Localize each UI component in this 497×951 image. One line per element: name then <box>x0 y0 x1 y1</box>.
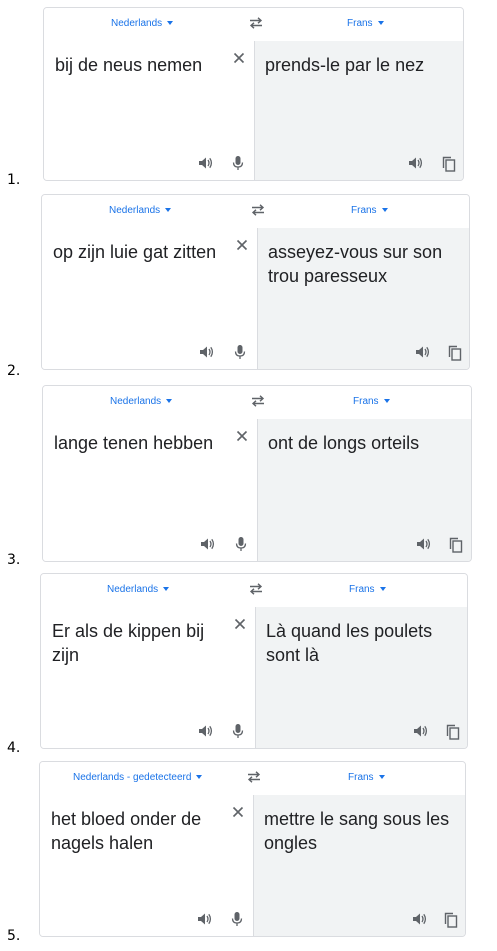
speaker-icon[interactable] <box>414 344 430 360</box>
speaker-icon[interactable] <box>415 536 431 552</box>
speaker-icon[interactable] <box>412 723 428 739</box>
copy-icon[interactable] <box>448 537 464 553</box>
source-language-label: Nederlands <box>107 584 159 595</box>
language-bar: Nederlands Frans <box>44 8 463 42</box>
source-pane: het bloed onder de nagels halen <box>40 795 253 936</box>
translation-text: ont de longs orteils <box>268 433 420 453</box>
copy-icon[interactable] <box>447 345 463 361</box>
close-icon[interactable] <box>235 238 249 252</box>
source-language-label: Nederlands - gedetecteerd <box>73 772 192 783</box>
close-icon[interactable] <box>232 51 246 65</box>
source-text[interactable]: het bloed onder de nagels halen <box>51 807 231 855</box>
source-text[interactable]: op zijn luie gat zitten <box>53 240 228 264</box>
microphone-icon[interactable] <box>230 155 246 171</box>
source-text[interactable]: bij de neus nemen <box>55 53 230 77</box>
target-pane: asseyez-vous sur son trou paresseux <box>257 228 469 369</box>
translation-text: asseyez-vous sur son trou paresseux <box>268 242 443 286</box>
translate-card: Nederlands Frans Er als de kippen bij zi… <box>40 573 468 749</box>
translate-card: Nederlands Frans bij de neus nemen prend… <box>43 7 464 181</box>
target-pane: mettre le sang sous les ongles <box>253 795 465 936</box>
copy-icon[interactable] <box>445 724 461 740</box>
swap-arrows-icon[interactable] <box>251 394 265 408</box>
speaker-icon[interactable] <box>198 344 214 360</box>
translate-card: Nederlands Frans lange tenen hebben ont … <box>42 385 472 562</box>
translate-card: Nederlands - gedetecteerd Frans het bloe… <box>39 761 466 937</box>
source-pane: op zijn luie gat zitten <box>42 228 257 369</box>
caret-down-icon <box>165 208 172 213</box>
copy-icon[interactable] <box>441 156 457 172</box>
caret-down-icon <box>378 775 385 780</box>
language-bar: Nederlands Frans <box>43 386 471 420</box>
microphone-icon[interactable] <box>233 536 249 552</box>
translation-text: mettre le sang sous les ongles <box>264 809 450 853</box>
source-text[interactable]: lange tenen hebben <box>54 431 229 455</box>
target-language-selector[interactable]: Frans <box>347 18 384 29</box>
source-language-selector[interactable]: Nederlands <box>111 18 174 29</box>
caret-down-icon <box>167 21 174 26</box>
speaker-icon[interactable] <box>197 155 213 171</box>
item-number: 1. <box>7 172 21 188</box>
translate-card: Nederlands Frans op zijn luie gat zitten… <box>41 194 470 370</box>
source-pane: lange tenen hebben <box>43 419 257 561</box>
item-number: 5. <box>7 928 21 944</box>
speaker-icon[interactable] <box>407 155 423 171</box>
translation-text: Là quand les poulets sont là <box>266 621 433 665</box>
target-language-label: Frans <box>347 18 373 29</box>
source-language-selector[interactable]: Nederlands <box>107 584 170 595</box>
speaker-icon[interactable] <box>199 536 215 552</box>
target-language-selector[interactable]: Frans <box>351 205 388 216</box>
item-number: 2. <box>7 363 21 379</box>
speaker-icon[interactable] <box>197 723 213 739</box>
caret-down-icon <box>196 775 203 780</box>
microphone-icon[interactable] <box>229 911 245 927</box>
close-icon[interactable] <box>231 805 245 819</box>
source-language-label: Nederlands <box>109 205 161 216</box>
language-bar: Nederlands Frans <box>42 195 469 229</box>
language-bar: Nederlands - gedetecteerd Frans <box>40 762 465 796</box>
translation-text: prends-le par le nez <box>265 55 425 75</box>
swap-arrows-icon[interactable] <box>249 16 263 30</box>
source-language-selector[interactable]: Nederlands <box>110 396 173 407</box>
caret-down-icon <box>166 399 173 404</box>
target-pane: ont de longs orteils <box>257 419 471 561</box>
source-language-label: Nederlands <box>110 396 162 407</box>
target-language-label: Frans <box>351 205 377 216</box>
source-language-selector[interactable]: Nederlands <box>109 205 172 216</box>
speaker-icon[interactable] <box>196 911 212 927</box>
language-bar: Nederlands Frans <box>41 574 467 608</box>
source-pane: bij de neus nemen <box>44 41 254 180</box>
microphone-icon[interactable] <box>232 344 248 360</box>
microphone-icon[interactable] <box>230 723 246 739</box>
caret-down-icon <box>381 208 388 213</box>
source-text[interactable]: Er als de kippen bij zijn <box>52 619 227 667</box>
close-icon[interactable] <box>235 429 249 443</box>
target-pane: Là quand les poulets sont là <box>255 607 467 748</box>
caret-down-icon <box>377 21 384 26</box>
swap-arrows-icon[interactable] <box>249 582 263 596</box>
target-language-label: Frans <box>348 772 374 783</box>
target-language-label: Frans <box>353 396 379 407</box>
item-number: 4. <box>7 740 21 756</box>
swap-arrows-icon[interactable] <box>247 770 261 784</box>
target-pane: prends-le par le nez <box>254 41 463 180</box>
source-language-selector[interactable]: Nederlands - gedetecteerd <box>73 772 203 783</box>
target-language-selector[interactable]: Frans <box>353 396 390 407</box>
item-number: 3. <box>7 552 21 568</box>
swap-arrows-icon[interactable] <box>251 203 265 217</box>
source-pane: Er als de kippen bij zijn <box>41 607 255 748</box>
close-icon[interactable] <box>233 617 247 631</box>
copy-icon[interactable] <box>443 912 459 928</box>
caret-down-icon <box>383 399 390 404</box>
target-language-selector[interactable]: Frans <box>348 772 385 783</box>
caret-down-icon <box>379 587 386 592</box>
caret-down-icon <box>163 587 170 592</box>
speaker-icon[interactable] <box>411 911 427 927</box>
target-language-selector[interactable]: Frans <box>349 584 386 595</box>
target-language-label: Frans <box>349 584 375 595</box>
source-language-label: Nederlands <box>111 18 163 29</box>
